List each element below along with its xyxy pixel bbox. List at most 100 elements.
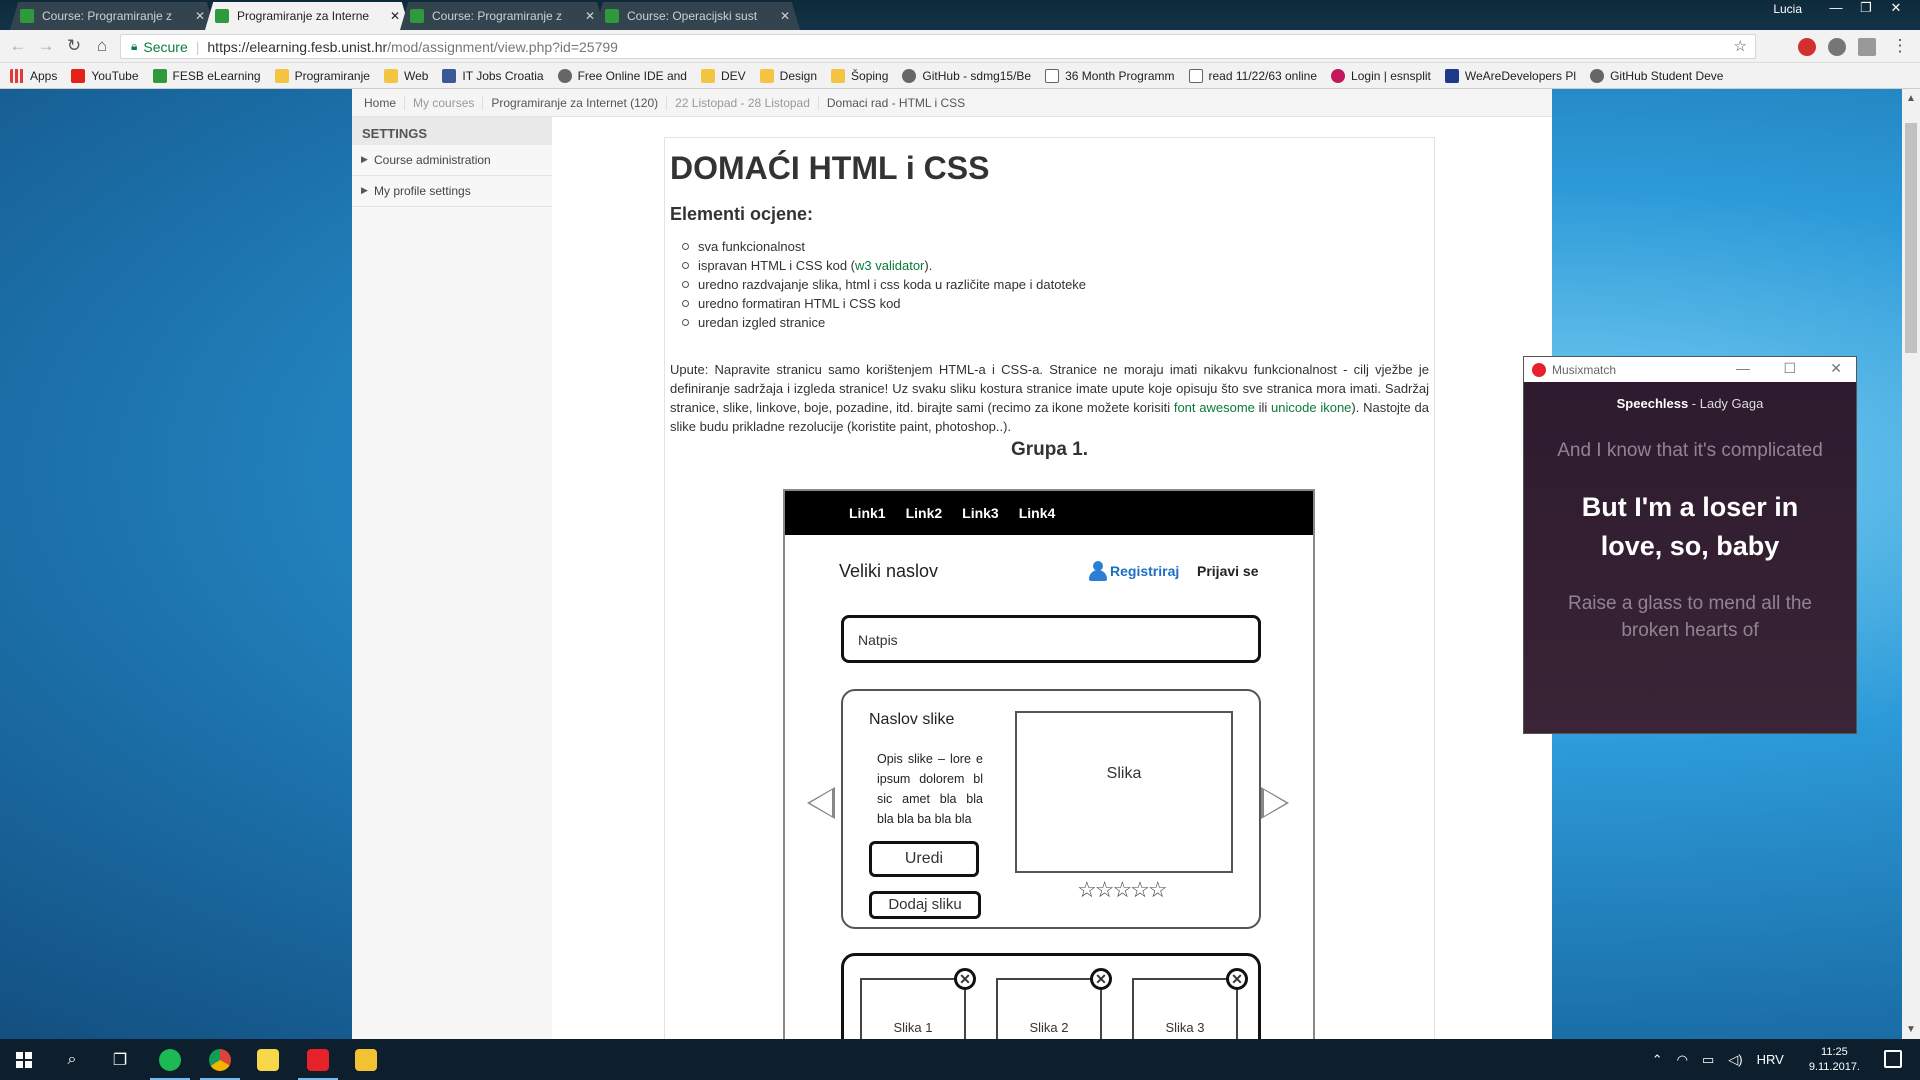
volume-icon[interactable]: ◁) [1728, 1052, 1742, 1068]
windows-logo-icon [16, 1051, 32, 1068]
list-item: ispravan HTML i CSS kod (w3 validator). [682, 256, 1429, 275]
lyric-current: But I'm a loser in love, so, baby [1581, 492, 1799, 561]
bookmark-label: GitHub Student Deve [1610, 68, 1724, 83]
bookmark-apps[interactable]: Apps [10, 68, 57, 83]
extension-cloud-icon[interactable] [1828, 38, 1846, 56]
instructions-paragraph: Upute: Napravite stranicu samo korištenj… [670, 360, 1429, 436]
bookmark-folder-soping[interactable]: Šoping [831, 68, 888, 83]
scroll-thumb[interactable] [1905, 123, 1917, 353]
ide-icon [557, 68, 572, 83]
taskbar-file-explorer[interactable] [342, 1039, 390, 1080]
tab-course-1[interactable]: Course: Programiranje z ✕ [10, 2, 215, 30]
close-tab-icon[interactable]: ✕ [585, 9, 595, 23]
secure-label: Secure [143, 38, 188, 55]
back-arrow-icon[interactable]: ← [8, 36, 28, 56]
bookmark-36-month[interactable]: 36 Month Programm [1045, 68, 1175, 83]
close-window-icon[interactable]: ✕ [1882, 0, 1910, 16]
forward-arrow-icon[interactable]: → [36, 36, 56, 56]
bookmark-star-icon[interactable]: ☆ [1734, 37, 1747, 55]
language-indicator[interactable]: HRV [1757, 1052, 1784, 1067]
wearedevelopers-icon [1444, 68, 1459, 83]
unicode-icons-link[interactable]: unicode ikone [1271, 400, 1351, 415]
tab-programiranje-active[interactable]: Programiranje za Interne ✕ [205, 2, 410, 30]
w3-validator-link[interactable]: w3 validator [855, 258, 924, 273]
close-tab-icon[interactable]: ✕ [195, 9, 205, 23]
tab-course-3[interactable]: Course: Operacijski sust ✕ [595, 2, 800, 30]
battery-icon[interactable]: ▭ [1702, 1052, 1714, 1068]
bookmark-label: Design [779, 68, 818, 83]
bookmark-folder-programiranje[interactable]: Programiranje [274, 68, 370, 83]
tab-course-2[interactable]: Course: Programiranje z ✕ [400, 2, 605, 30]
clock[interactable]: 11:25 9.11.2017. [1809, 1045, 1860, 1075]
wireframe-edit-button: Uredi [869, 841, 979, 877]
extension-red-icon[interactable] [1798, 38, 1816, 56]
bookmark-github-be[interactable]: GitHub - sdmg15/Be [902, 68, 1031, 83]
bookmark-fesb-elearning[interactable]: FESB eLearning [152, 68, 261, 83]
remove-circle-icon: ✕ [954, 968, 976, 990]
bookmark-folder-web[interactable]: Web [383, 68, 428, 83]
bookmark-youtube[interactable]: YouTube [71, 68, 139, 83]
wireframe-thumb: Slika 2 ✕ [996, 968, 1112, 1039]
url-input[interactable]: 🔒︎ Secure | https://elearning.fesb.unist… [120, 34, 1756, 59]
sticky-notes-icon [257, 1048, 279, 1071]
minimize-icon[interactable]: — [1736, 360, 1750, 376]
taskbar-spotify[interactable] [146, 1039, 194, 1080]
restore-icon[interactable]: ❐ [1852, 0, 1880, 16]
scroll-down-icon[interactable]: ▼ [1906, 1024, 1916, 1035]
group-title: Grupa 1. [1010, 439, 1089, 460]
browser-profile-name[interactable]: Lucia [1773, 2, 1802, 16]
start-button[interactable] [0, 1039, 48, 1080]
bookmark-esnsplit[interactable]: Login | esnsplit [1331, 68, 1431, 83]
search-button[interactable]: ⌕ [48, 1039, 96, 1080]
close-tab-icon[interactable]: ✕ [390, 9, 400, 23]
spotify-icon [159, 1048, 181, 1071]
breadcrumb-home[interactable]: Home [364, 95, 406, 110]
wifi-icon[interactable]: ◠ [1677, 1052, 1688, 1068]
sidebar-item-course-administration[interactable]: ▶ Course administration [352, 145, 552, 176]
wireframe-image-desc: Opis slike – lore e ipsum dolorem bl sic… [877, 752, 983, 826]
bookmark-it-jobs[interactable]: IT Jobs Croatia [442, 68, 544, 83]
bookmark-folder-design[interactable]: Design [759, 68, 818, 83]
musixmatch-logo-icon [1532, 362, 1546, 377]
wireframe-thumb: Slika 3 ✕ [1132, 968, 1248, 1039]
wireframe-caption-box: Natpis [841, 615, 1261, 663]
home-icon[interactable]: ⌂ [92, 36, 112, 56]
taskbar-chrome[interactable] [196, 1039, 244, 1080]
breadcrumb-my-courses[interactable]: My courses [405, 95, 484, 110]
maximize-icon[interactable]: ☐ [1783, 360, 1796, 377]
menu-dots-icon[interactable]: ⋮ [1890, 36, 1910, 56]
divider: | [195, 38, 200, 55]
browser-tab-strip: Course: Programiranje z ✕ Programiranje … [0, 0, 1920, 30]
reload-icon[interactable]: ↻ [64, 36, 84, 56]
action-center-icon[interactable] [1884, 1050, 1902, 1068]
list-item-text: ). [924, 258, 933, 273]
sidebar-item-profile-settings[interactable]: ▶ My profile settings [352, 176, 552, 207]
star-rating-icon: ☆☆☆☆☆ [1077, 877, 1168, 902]
bookmark-github-student[interactable]: GitHub Student Deve [1590, 68, 1724, 83]
folder-icon [355, 1048, 377, 1071]
address-toolbar: ← → ↻ ⌂ 🔒︎ Secure | https://elearning.fe… [0, 30, 1920, 63]
breadcrumb-assignment[interactable]: Domaci rad - HTML i CSS [819, 96, 973, 110]
bookmark-read-112263[interactable]: read 11/22/63 online [1188, 68, 1317, 83]
breadcrumb-week[interactable]: 22 Listopad - 28 Listopad [667, 95, 819, 110]
breadcrumb-course[interactable]: Programiranje za Internet (120) [483, 95, 668, 110]
page-scrollbar[interactable]: ▲ ▼ [1902, 89, 1920, 1039]
url-host: https://elearning.fesb.unist.hr [207, 38, 388, 55]
chevron-up-icon[interactable]: ⌃ [1652, 1052, 1663, 1068]
taskbar-sticky-notes[interactable] [244, 1039, 292, 1080]
bookmark-online-ide[interactable]: Free Online IDE and [557, 68, 687, 83]
bookmarks-bar: Apps YouTube FESB eLearning Programiranj… [0, 63, 1920, 89]
document-icon [1045, 68, 1060, 83]
bookmark-wearedevelopers[interactable]: WeAreDevelopers Pl [1444, 68, 1576, 83]
extension-pdf-icon[interactable] [1858, 38, 1876, 56]
bookmark-folder-dev[interactable]: DEV [700, 68, 746, 83]
close-tab-icon[interactable]: ✕ [780, 9, 790, 23]
close-icon[interactable]: ✕ [1830, 360, 1842, 377]
musixmatch-titlebar[interactable]: Musixmatch — ☐ ✕ [1524, 357, 1856, 382]
font-awesome-link[interactable]: font awesome [1174, 400, 1255, 415]
task-view-button[interactable]: ❐ [96, 1039, 144, 1080]
minimize-icon[interactable]: — [1822, 0, 1850, 16]
scroll-up-icon[interactable]: ▲ [1906, 93, 1916, 104]
taskbar-musixmatch[interactable] [294, 1039, 342, 1080]
moodle-icon [20, 9, 34, 23]
